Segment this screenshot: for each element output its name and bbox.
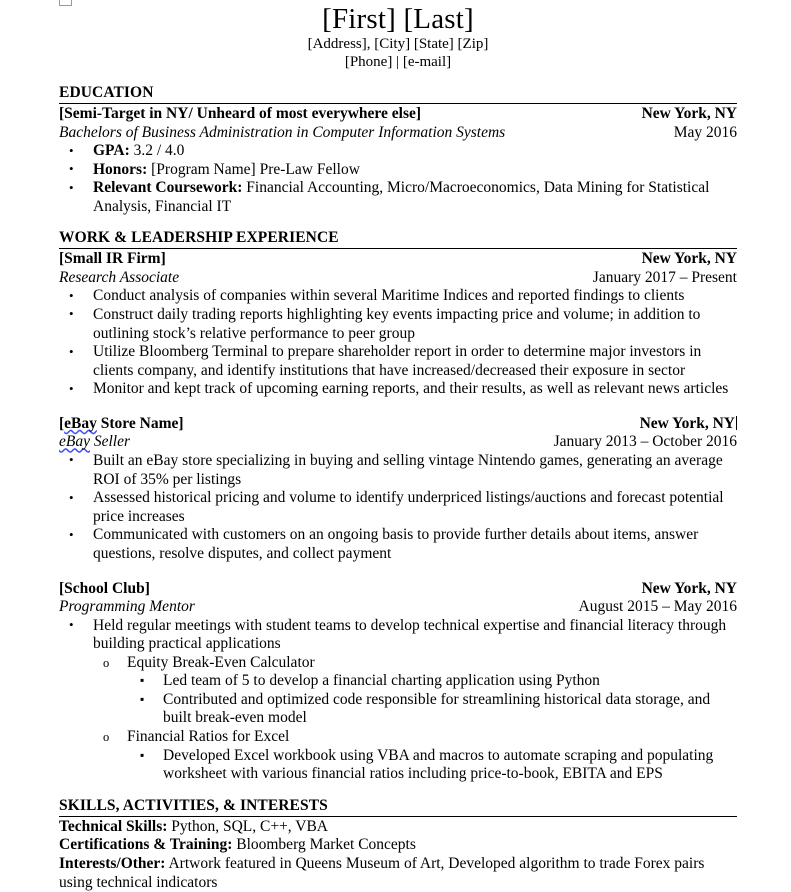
section-heading-work: WORK & LEADERSHIP EXPERIENCE [59,229,339,247]
list-item: Equity Break-Even Calculator [103,654,737,673]
list-item: Built an eBay store specializing in buyi… [69,451,737,489]
work-bullet-list: Built an eBay store specializing in buyi… [59,451,737,564]
list-item: Communicated with customers on an ongoin… [69,526,737,563]
list-item: Conduct analysis of companies within sev… [69,287,737,306]
section-education: EDUCATION [Semi-Target in NY/ Unheard of… [59,84,737,216]
work-job-title: Programming Mentor [59,598,195,615]
bullet-label: Honors: [93,160,148,178]
list-item: Construct daily trading reports highligh… [69,305,737,343]
work-job-title: eBay Seller [59,433,130,452]
education-bullet-list: GPA: 3.2 / 4.0 Honors: [Program Name] Pr… [59,142,737,216]
work-company-name: [eBay Store Name] [59,415,184,434]
bullet-label: GPA: [93,142,130,159]
work-dates: January 2013 – October 2016 [553,433,737,451]
skills-technical-line: Technical Skills: Python, SQL, C++, VBA [59,818,737,837]
list-item: Developed Excel workbook using VBA and m… [139,746,737,784]
work-job-title: Research Associate [59,268,180,286]
work-entry-header: [Small IR Firm] New York, NY [59,250,737,269]
work-entry-subheader: eBay Seller January 2013 – October 2016 [59,433,737,452]
list-item: Utilize Bloomberg Terminal to prepare sh… [69,343,737,380]
company-name-rest: Store Name] [96,414,184,432]
page-title: [First] [Last] [322,3,474,35]
section-divider [59,103,737,104]
list-item: Financial Ratios for Excel [103,728,737,747]
project-detail-list: Led team of 5 to develop a financial cha… [59,671,737,728]
work-location: New York, NY [640,415,737,434]
list-item: Monitor and kept track of upcoming earni… [69,380,737,399]
work-entry-ebay-store: [eBay Store Name] New York, NY eBay Sell… [59,415,737,564]
work-company-name: [Small IR Firm] [59,250,166,268]
project-detail-list: Developed Excel workbook using VBA and m… [59,746,737,784]
education-graduation-date: May 2016 [673,123,737,141]
text-cursor-caret [736,415,737,430]
section-divider [59,815,737,817]
bullet-text: 3.2 / 4.0 [129,142,185,159]
list-item: Assessed historical pricing and volume t… [69,489,737,526]
education-degree: Bachelors of Business Administration in … [59,123,506,141]
work-entry-header: [School Club] New York, NY [59,580,737,599]
list-item: Relevant Coursework: Financial Accountin… [69,179,737,216]
education-location: New York, NY [641,105,737,122]
work-entry-small-ir-firm: [Small IR Firm] New York, NY Research As… [59,250,737,399]
skills-label: Certifications & Training: [59,836,233,854]
work-entry-subheader: Research Associate January 2017 – Presen… [59,269,737,288]
work-entry-school-club: [School Club] New York, NY Programming M… [59,580,737,784]
skills-value: Python, SQL, C++, VBA [167,817,328,835]
education-school-name: [Semi-Target in NY/ Unheard of most ever… [59,105,422,122]
section-heading-education: EDUCATION [59,84,154,101]
education-entry-subheader: Bachelors of Business Administration in … [59,124,737,143]
bullet-text: [Program Name] Pre-Law Fellow [147,160,360,178]
bullet-label: Relevant Coursework: [93,179,243,197]
skills-certifications-line: Certifications & Training: Bloomberg Mar… [59,836,737,855]
list-item: Held regular meetings with student teams… [69,616,737,654]
education-entry-header: [Semi-Target in NY/ Unheard of most ever… [59,105,737,124]
section-work-experience: WORK & LEADERSHIP EXPERIENCE [Small IR F… [59,229,737,783]
list-item: GPA: 3.2 / 4.0 [69,142,737,161]
section-skills: SKILLS, ACTIVITIES, & INTERESTS Technica… [59,797,737,892]
list-item: Contributed and optimized code responsib… [139,690,737,728]
project-group-list: Equity Break-Even Calculator [59,654,737,673]
education-entry: [Semi-Target in NY/ Unheard of most ever… [59,105,737,216]
list-item: Honors: [Program Name] Pre-Law Fellow [69,160,737,180]
skills-label: Technical Skills: [59,817,168,835]
skills-value: Bloomberg Market Concepts [232,836,416,854]
project-group-list: Financial Ratios for Excel [59,728,737,747]
work-dates: August 2015 – May 2016 [578,598,737,615]
spellcheck-flagged-word: eBay [64,414,97,432]
resume-page: [First] [Last] [Address], [City] [State]… [0,0,791,891]
work-entry-subheader: Programming Mentor August 2015 – May 201… [59,598,737,617]
work-bullet-list: Held regular meetings with student teams… [59,616,737,654]
job-title-rest: Seller [89,433,131,451]
section-divider [59,248,737,250]
contact-address-line: [Address], [City] [State] [Zip] [307,36,489,52]
work-location-text: New York, NY [639,414,735,432]
skills-label: Interests/Other: [59,855,166,873]
work-location: New York, NY [641,579,737,597]
work-company-name: [School Club] [59,579,150,597]
contact-phone-email-line: [Phone] | [e-mail] [344,53,452,70]
work-location: New York, NY [641,250,737,268]
work-dates: January 2017 – Present [592,268,737,286]
work-bullet-list: Conduct analysis of companies within sev… [59,287,737,399]
spellcheck-flagged-word: eBay [59,433,90,451]
list-item: Led team of 5 to develop a financial cha… [139,671,737,691]
work-entry-header: [eBay Store Name] New York, NY [59,415,737,434]
section-heading-skills: SKILLS, ACTIVITIES, & INTERESTS [59,796,328,814]
skills-interests-line: Interests/Other: Artwork featured in Que… [59,855,737,892]
document-body: [First] [Last] [Address], [City] [State]… [59,0,737,892]
